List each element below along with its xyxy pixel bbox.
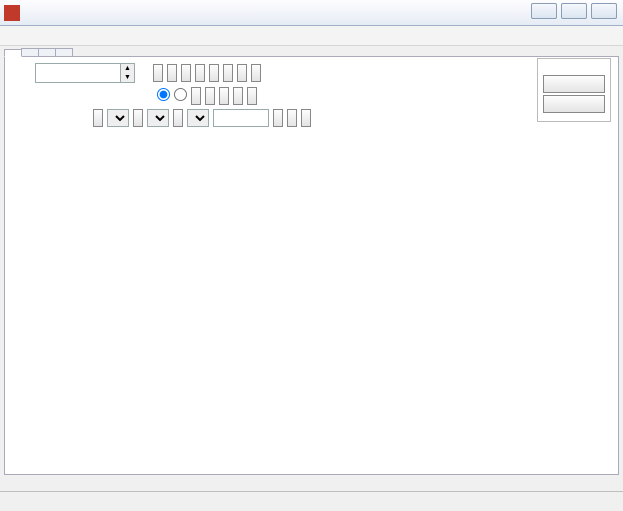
btn-generate-many[interactable] (251, 64, 261, 82)
btn-english[interactable] (133, 109, 143, 127)
btn-lower[interactable] (205, 87, 215, 105)
btn-prefix[interactable] (273, 109, 283, 127)
btn-symbol[interactable] (247, 87, 257, 105)
btn-add-A-Z[interactable] (195, 64, 205, 82)
btn-surname-initials[interactable] (191, 87, 201, 105)
status-bar (0, 491, 623, 511)
btn-all[interactable] (153, 64, 163, 82)
select-english-count[interactable] (147, 109, 169, 127)
app-icon (4, 5, 20, 21)
length-input[interactable] (36, 64, 120, 82)
radio-19[interactable] (174, 88, 187, 104)
btn-surname-pinyin[interactable] (233, 87, 243, 105)
select-pinyin-count[interactable] (107, 109, 129, 127)
hints (13, 141, 610, 195)
maximize-button[interactable] (561, 3, 587, 19)
radio-all[interactable] (157, 88, 170, 104)
menu-bar (0, 26, 623, 46)
select-weak-set[interactable] (187, 109, 209, 127)
quick-generate-box (537, 58, 611, 122)
btn-weak-pwd[interactable] (173, 109, 183, 127)
btn-add-0-9[interactable] (167, 64, 177, 82)
tab-normal-dict[interactable] (4, 49, 22, 57)
btn-upper[interactable] (219, 87, 229, 105)
btn-pinyin2[interactable] (301, 109, 311, 127)
input-prefix[interactable] (213, 109, 269, 127)
tab-quick-make[interactable] (21, 48, 39, 56)
title-bar (0, 0, 623, 26)
spin-up-icon[interactable]: ▲ (120, 64, 134, 73)
minimize-button[interactable] (531, 3, 557, 19)
btn-add-a-z[interactable] (181, 64, 191, 82)
close-button[interactable] (591, 3, 617, 19)
btn-surname-pinyin2[interactable] (287, 109, 297, 127)
btn-pinyin[interactable] (93, 109, 103, 127)
tab-strip (4, 48, 619, 57)
length-spinner[interactable]: ▲▼ (35, 63, 135, 83)
btn-generate-one[interactable] (237, 64, 247, 82)
tab-special-birthday[interactable] (38, 48, 56, 56)
btn-quick-8digit[interactable] (543, 75, 605, 93)
tab-phone[interactable] (55, 48, 73, 56)
btn-clear-all[interactable] (223, 64, 233, 82)
spin-down-icon[interactable]: ▼ (120, 73, 134, 82)
work-area: ▲▼ (4, 57, 619, 475)
btn-quick-10digit[interactable] (543, 95, 605, 113)
btn-add-symbol[interactable] (209, 64, 219, 82)
